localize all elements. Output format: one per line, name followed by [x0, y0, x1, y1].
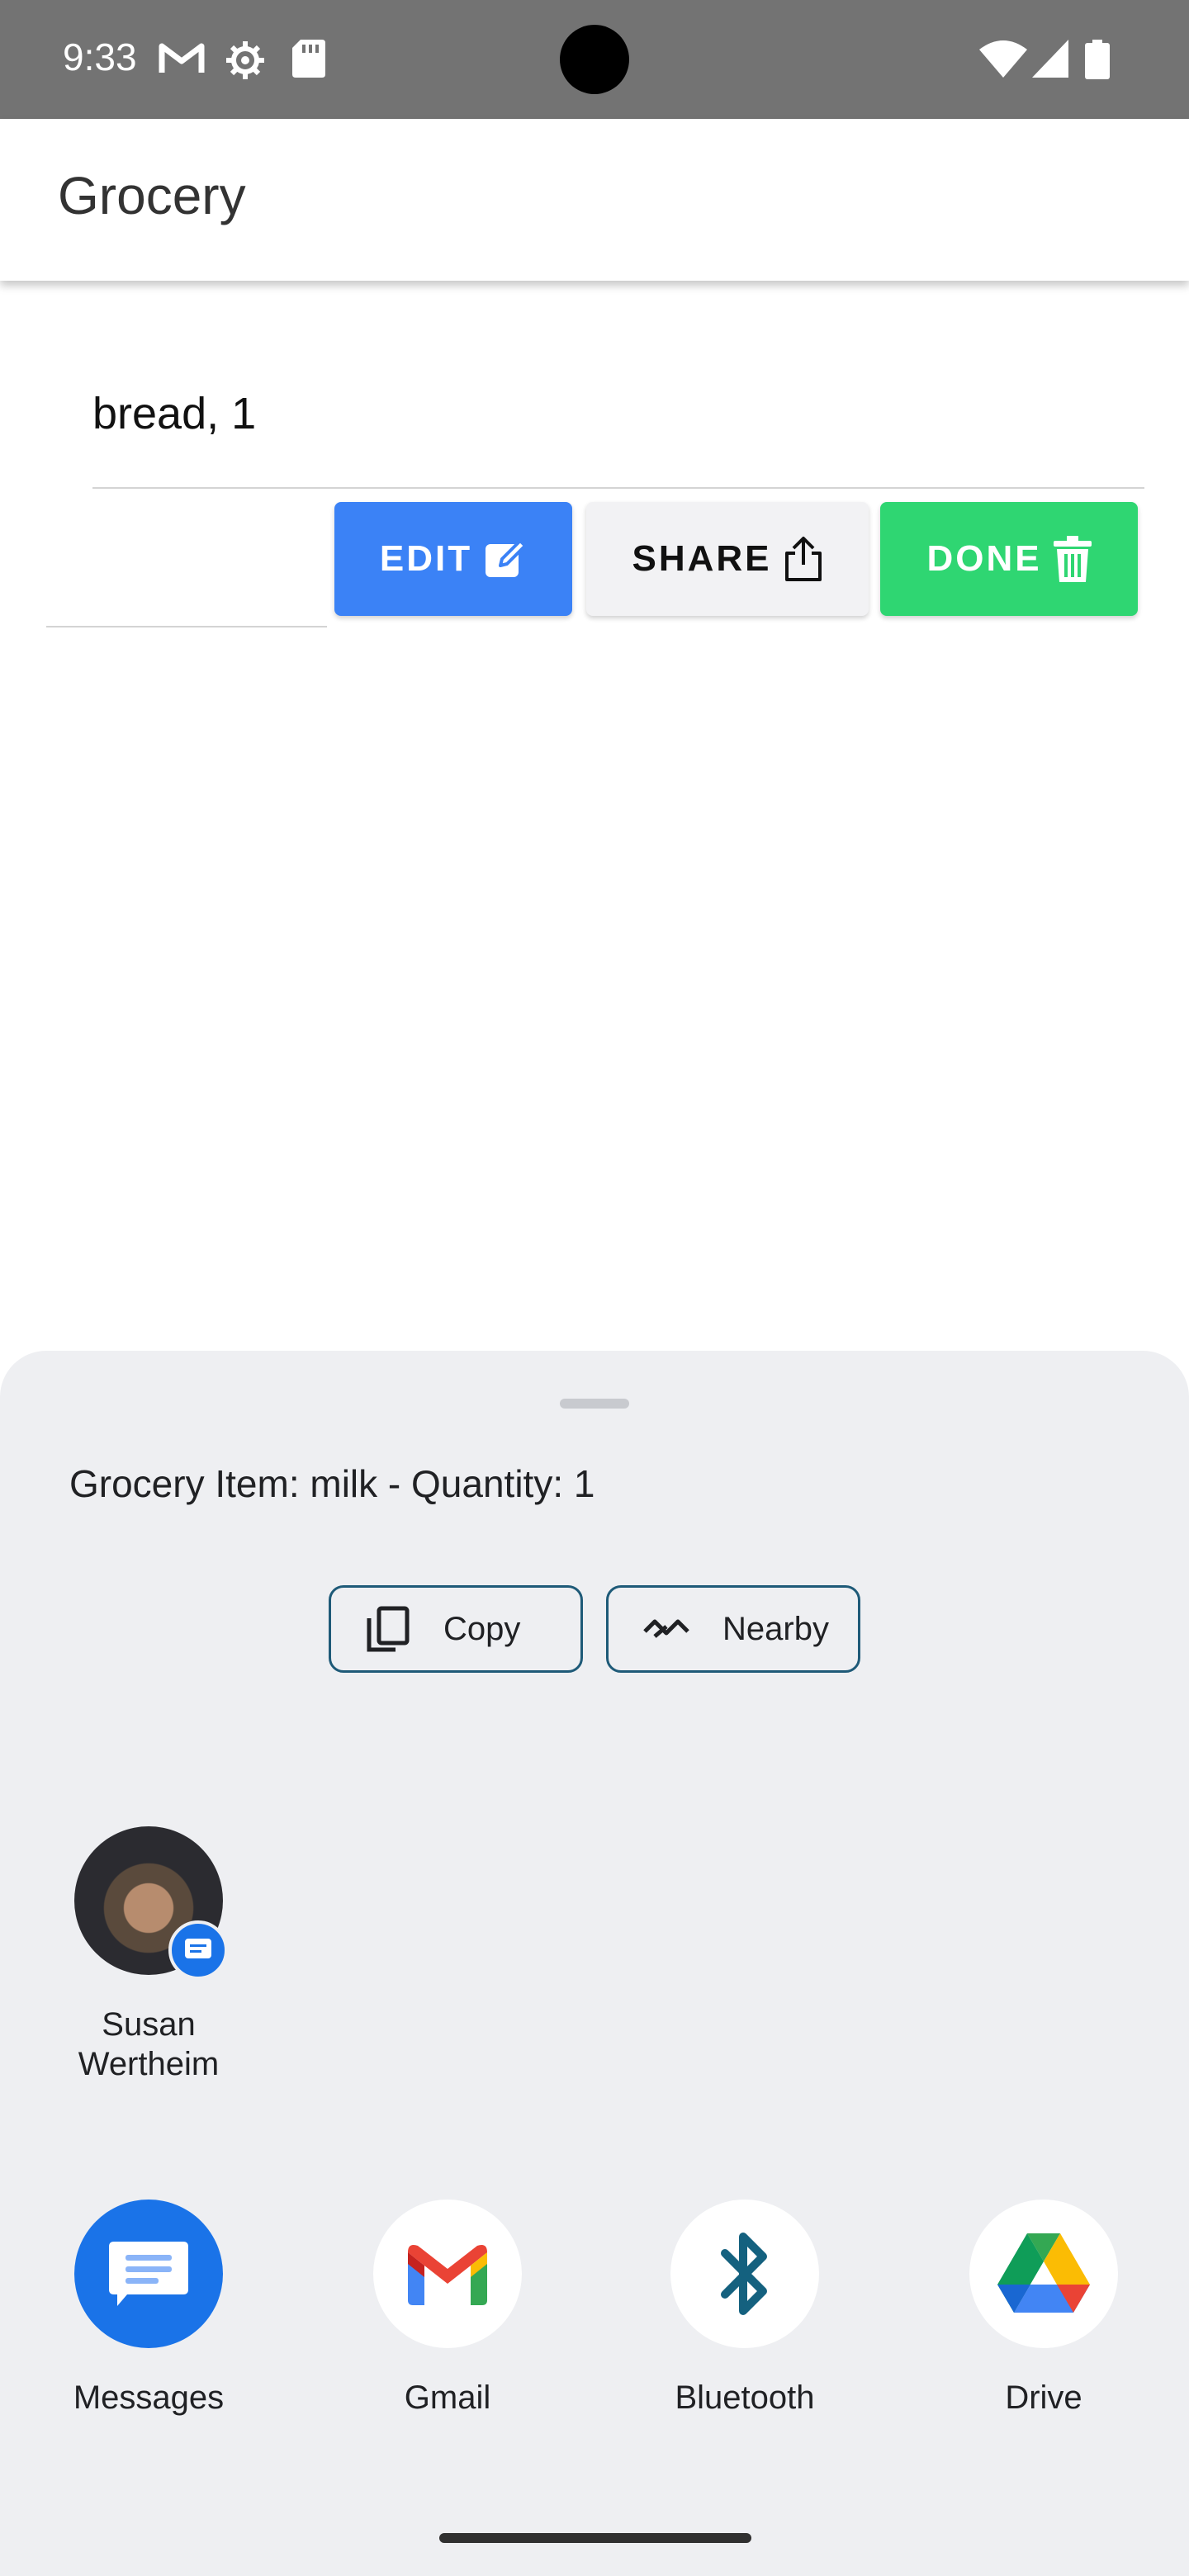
share-button[interactable]: SHARE	[586, 502, 869, 616]
nearby-label: Nearby	[722, 1610, 829, 1647]
messages-app-icon	[74, 2200, 223, 2348]
settings-icon	[226, 41, 264, 79]
list-divider	[92, 487, 1144, 489]
swiped-item-underline	[46, 626, 327, 627]
trash-icon	[1053, 536, 1092, 582]
edit-icon	[486, 539, 528, 577]
sd-card-icon	[292, 40, 325, 78]
copy-label: Copy	[443, 1610, 521, 1647]
contact-name: Susan Wertheim	[41, 2005, 256, 2084]
share-preview-text: Grocery Item: milk - Quantity: 1	[69, 1462, 595, 1505]
bluetooth-app-icon	[670, 2200, 819, 2348]
status-time: 9:33	[63, 36, 137, 78]
signal-icon	[1032, 40, 1068, 78]
page-title: Grocery	[58, 166, 246, 225]
nearby-share-icon	[643, 1619, 689, 1638]
edit-label: EDIT	[379, 538, 473, 579]
gmail-label: Gmail	[404, 2379, 491, 2416]
home-indicator[interactable]	[439, 2533, 751, 2543]
drag-handle[interactable]	[560, 1399, 629, 1409]
done-button[interactable]: DONE	[880, 502, 1138, 616]
camera-cutout	[560, 25, 629, 94]
gmail-icon	[159, 43, 205, 73]
edit-button[interactable]: EDIT	[334, 502, 572, 616]
share-sheet: Grocery Item: milk - Quantity: 1 Copy Ne…	[0, 1351, 1189, 2576]
contact-last-name: Wertheim	[78, 2046, 220, 2082]
bluetooth-label: Bluetooth	[675, 2379, 815, 2416]
share-icon	[784, 537, 822, 581]
messages-badge-icon	[168, 1920, 228, 1980]
share-label: SHARE	[632, 538, 772, 579]
gmail-app-icon	[373, 2200, 522, 2348]
copy-icon	[367, 1606, 410, 1652]
share-target-messages[interactable]: Messages	[41, 2200, 256, 2417]
wifi-icon	[979, 40, 1027, 78]
list-item-text[interactable]: bread, 1	[92, 388, 256, 439]
drive-label: Drive	[1005, 2379, 1082, 2416]
app-bar: Grocery	[0, 119, 1189, 281]
contact-first-name: Susan	[102, 2006, 196, 2043]
done-label: DONE	[926, 538, 1042, 579]
nearby-share-button[interactable]: Nearby	[606, 1585, 860, 1673]
share-target-gmail[interactable]: Gmail	[340, 2200, 555, 2417]
drive-app-icon	[969, 2200, 1118, 2348]
messages-label: Messages	[73, 2379, 225, 2416]
share-target-drive[interactable]: Drive	[936, 2200, 1151, 2417]
battery-icon	[1085, 40, 1110, 79]
share-target-bluetooth[interactable]: Bluetooth	[637, 2200, 852, 2417]
copy-button[interactable]: Copy	[329, 1585, 583, 1673]
